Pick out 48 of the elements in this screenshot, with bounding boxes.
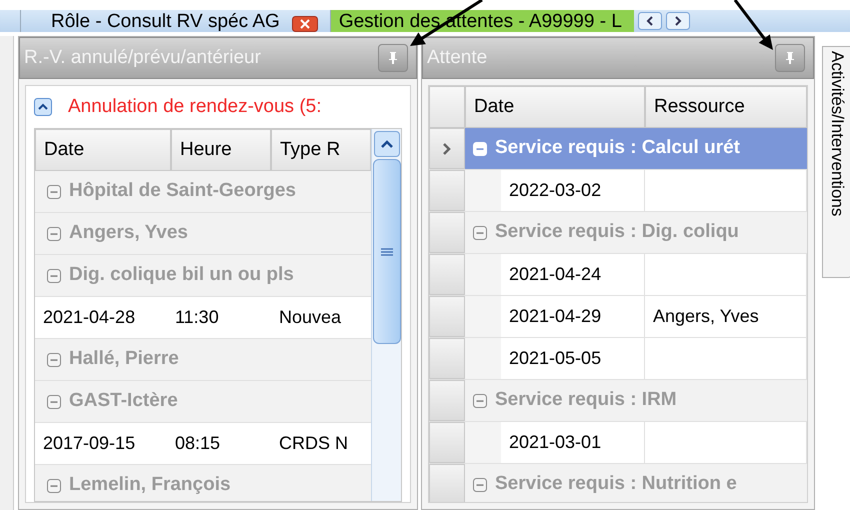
group-row-label: Service requis : Nutrition e bbox=[495, 472, 737, 496]
group-title: Annulation de rendez-vous (5: bbox=[68, 94, 322, 119]
table-cell-text: Nouvea bbox=[278, 306, 342, 329]
table-cell-text: 11:30 bbox=[174, 306, 220, 329]
annotation-arrow bbox=[734, 0, 773, 50]
column-header[interactable]: Ressource bbox=[645, 86, 807, 128]
column-header[interactable]: Date bbox=[35, 129, 171, 171]
pin-icon bbox=[785, 51, 795, 65]
pin-button[interactable] bbox=[775, 44, 805, 72]
row-header[interactable] bbox=[429, 128, 465, 169]
table-cell-text: CRDS N bbox=[278, 432, 350, 455]
document-tab[interactable]: Gestion des attentes - A99999 - L bbox=[330, 10, 634, 32]
table-row[interactable]: 2021-03-01 bbox=[429, 422, 807, 464]
table-cell-text: 2021-04-28 bbox=[42, 306, 136, 329]
scrollbar[interactable] bbox=[371, 129, 401, 501]
group-row-label: Service requis : IRM bbox=[495, 388, 677, 412]
group-row-label: Service requis : Dig. coliqu bbox=[495, 220, 739, 244]
table-cell: Angers, Yves bbox=[645, 296, 807, 337]
panel-title: R.-V. annulé/prévu/antérieur bbox=[24, 46, 261, 70]
column-header[interactable]: Date bbox=[465, 86, 645, 128]
scroll-up-button[interactable] bbox=[374, 131, 400, 157]
table-cell: 2021-04-24 bbox=[501, 254, 645, 295]
document-tab[interactable]: Rôle - Consult RV spéc AG bbox=[20, 10, 330, 32]
table-cell: 2022-03-02 bbox=[501, 170, 645, 211]
group-row-label: Service requis : Calcul urét bbox=[495, 136, 740, 160]
table-cell: 2021-05-05 bbox=[501, 338, 645, 379]
table-row[interactable]: 2021-05-05 bbox=[429, 338, 807, 380]
pin-icon bbox=[388, 51, 398, 65]
panel-title: Attente bbox=[427, 46, 488, 70]
close-icon[interactable] bbox=[292, 16, 318, 32]
current-row-icon bbox=[442, 142, 452, 156]
side-tab[interactable]: Activités/Interventions bbox=[822, 46, 850, 278]
pin-button[interactable] bbox=[378, 44, 408, 72]
table-cell-text: 2017-09-15 bbox=[42, 432, 136, 455]
next-icon[interactable] bbox=[666, 12, 690, 30]
table-row[interactable]: 2022-03-02 bbox=[429, 170, 807, 212]
column-header[interactable]: Type R bbox=[271, 129, 371, 171]
scroll-thumb[interactable] bbox=[372, 159, 400, 344]
grip-icon bbox=[380, 248, 392, 256]
previous-icon[interactable] bbox=[638, 12, 662, 30]
table-cell: 2021-04-29 bbox=[501, 296, 645, 337]
table-row[interactable]: 2021-04-29 Angers, Yves bbox=[429, 296, 807, 338]
table-cell-text: 08:15 bbox=[174, 432, 222, 455]
chevron-up-icon bbox=[380, 139, 394, 149]
collapse-icon[interactable] bbox=[34, 98, 52, 116]
table-row[interactable]: 2021-04-24 bbox=[429, 254, 807, 296]
table-cell: 2021-03-01 bbox=[501, 422, 645, 463]
column-header[interactable]: Heure bbox=[171, 129, 271, 171]
